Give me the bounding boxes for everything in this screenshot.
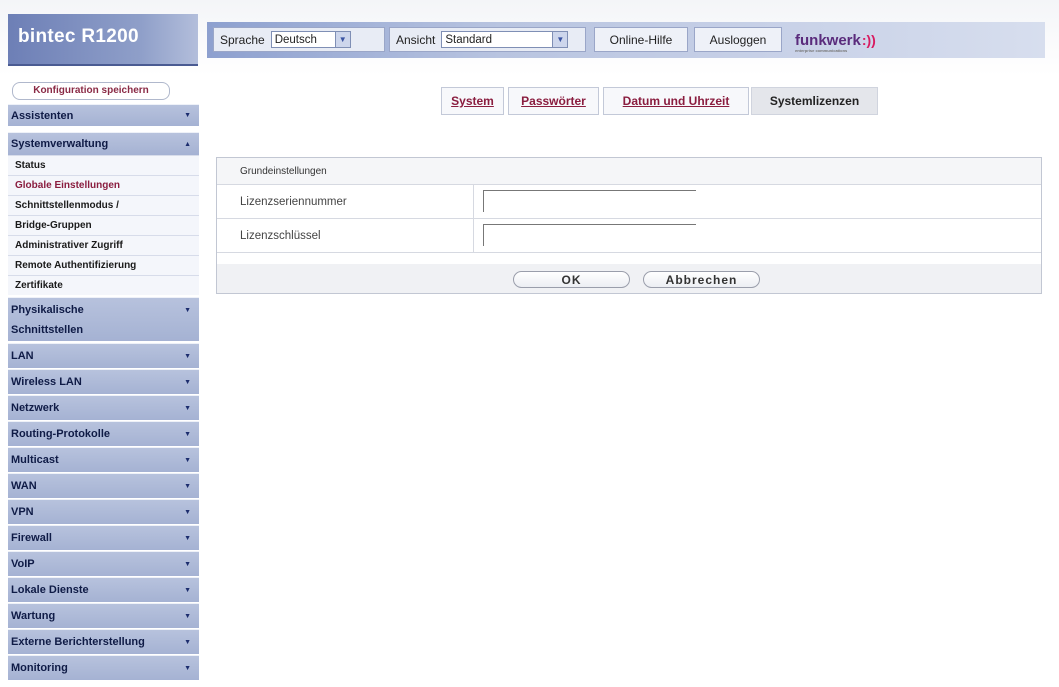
logo-text: funkwerk — [795, 31, 861, 49]
funkwerk-logo: funkwerk :)) enterprise communications — [795, 26, 905, 54]
view-select-value: Standard — [445, 33, 493, 46]
tab-systemlizenzen[interactable]: Systemlizenzen — [751, 87, 878, 115]
menu-voip[interactable]: VoIP ▼ — [8, 551, 199, 576]
menu-externe-berichterstellung[interactable]: Externe Berichterstellung ▼ — [8, 629, 199, 654]
chevron-down-icon: ▼ — [184, 508, 191, 516]
chevron-down-icon: ▼ — [184, 612, 191, 620]
menu-label: Systemverwaltung — [11, 138, 109, 150]
form-row-serial: Lizenzseriennummer — [217, 185, 1041, 219]
form-actions: OK Abbrechen — [217, 264, 1041, 293]
menu-systemverwaltung[interactable]: Systemverwaltung ▲ — [8, 132, 199, 155]
menu-label: Netzwerk — [11, 402, 60, 414]
menu-label: Wireless LAN — [11, 376, 82, 388]
chevron-down-icon: ▼ — [552, 32, 568, 47]
menu-label: LAN — [11, 350, 34, 362]
menu-label: Assistenten — [11, 109, 74, 122]
license-serial-input[interactable] — [483, 190, 696, 212]
chevron-down-icon: ▼ — [184, 560, 191, 568]
menu-physikalische-schnittstellen[interactable]: Physikalische Schnittstellen ▼ — [8, 297, 199, 341]
license-form: Grundeinstellungen Lizenzseriennummer Li… — [216, 157, 1042, 294]
divider — [473, 219, 474, 253]
language-select[interactable]: Deutsch ▼ — [270, 31, 351, 48]
chevron-down-icon: ▼ — [184, 430, 191, 438]
online-help-button[interactable]: Online-Hilfe — [594, 27, 688, 52]
menu-label: VPN — [11, 506, 34, 518]
menu-lan[interactable]: LAN ▼ — [8, 343, 199, 368]
sidebar: Konfiguration speichern Assistenten ▼ Sy… — [8, 76, 199, 682]
view-select[interactable]: Standard ▼ — [441, 31, 569, 48]
cancel-button[interactable]: Abbrechen — [643, 271, 760, 288]
menu-multicast[interactable]: Multicast ▼ — [8, 447, 199, 472]
menu-label: Multicast — [11, 454, 59, 466]
menu-wireless-lan[interactable]: Wireless LAN ▼ — [8, 369, 199, 394]
menu-label: Lokale Dienste — [11, 584, 89, 596]
menu-netzwerk[interactable]: Netzwerk ▼ — [8, 395, 199, 420]
menu-label-line2: Schnittstellen — [11, 323, 84, 336]
menu-label: Firewall — [11, 532, 52, 544]
submenu-bridge-gruppen[interactable]: Bridge-Gruppen — [8, 215, 199, 235]
view-label: Ansicht — [396, 32, 436, 47]
menu-assistenten[interactable]: Assistenten ▼ — [8, 104, 199, 126]
menu-vpn[interactable]: VPN ▼ — [8, 499, 199, 524]
chevron-down-icon: ▼ — [184, 664, 191, 672]
menu-routing-protokolle[interactable]: Routing-Protokolle ▼ — [8, 421, 199, 446]
chevron-down-icon: ▼ — [184, 482, 191, 490]
chevron-down-icon: ▼ — [184, 456, 191, 464]
menu-label: Monitoring — [11, 662, 68, 674]
tab-passwoerter[interactable]: Passwörter — [508, 87, 599, 115]
chevron-up-icon: ▲ — [184, 140, 191, 148]
menu-label: Physikalische — [11, 303, 84, 316]
brand-bar: bintec R1200 — [8, 14, 198, 66]
chevron-down-icon: ▼ — [184, 586, 191, 594]
chevron-down-icon: ▼ — [184, 638, 191, 646]
menu-label: WAN — [11, 480, 37, 492]
menu-wartung[interactable]: Wartung ▼ — [8, 603, 199, 628]
language-select-value: Deutsch — [274, 33, 317, 46]
license-key-input[interactable] — [483, 224, 696, 246]
signal-waves-icon: :)) — [861, 32, 876, 48]
submenu-globale-einstellungen[interactable]: Globale Einstellungen — [8, 175, 199, 195]
menu-label: Routing-Protokolle — [11, 428, 110, 440]
chevron-down-icon: ▼ — [184, 352, 191, 360]
chevron-down-icon: ▼ — [184, 307, 191, 314]
submenu-administrativer-zugriff[interactable]: Administrativer Zugriff — [8, 235, 199, 255]
chevron-down-icon: ▼ — [184, 112, 191, 119]
logo-subtitle: enterprise communications — [795, 48, 848, 53]
chevron-down-icon: ▼ — [334, 32, 350, 47]
brand-title: bintec R1200 — [18, 26, 139, 47]
chevron-down-icon: ▼ — [184, 534, 191, 542]
form-row-key: Lizenzschlüssel — [217, 219, 1041, 253]
menu-monitoring[interactable]: Monitoring ▼ — [8, 655, 199, 680]
section-title: Grundeinstellungen — [217, 158, 1041, 185]
view-group: Ansicht Standard ▼ — [389, 27, 586, 52]
menu-label: Wartung — [11, 610, 56, 622]
menu-lokale-dienste[interactable]: Lokale Dienste ▼ — [8, 577, 199, 602]
menu-wan[interactable]: WAN ▼ — [8, 473, 199, 498]
field-label: Lizenzschlüssel — [240, 230, 321, 242]
language-label: Sprache — [220, 32, 265, 47]
submenu-status[interactable]: Status — [8, 155, 199, 175]
submenu-schnittstellenmodus[interactable]: Schnittstellenmodus / — [8, 195, 199, 215]
language-group: Sprache Deutsch ▼ — [213, 27, 385, 52]
top-toolbar: Sprache Deutsch ▼ Ansicht Standard ▼ Onl… — [207, 22, 1045, 58]
menu-firewall[interactable]: Firewall ▼ — [8, 525, 199, 550]
menu-label: Externe Berichterstellung — [11, 636, 145, 648]
chevron-down-icon: ▼ — [184, 404, 191, 412]
submenu-remote-authentifizierung[interactable]: Remote Authentifizierung — [8, 255, 199, 275]
tab-datum-und-uhrzeit[interactable]: Datum und Uhrzeit — [603, 87, 749, 115]
field-label: Lizenzseriennummer — [240, 196, 347, 208]
tab-system[interactable]: System — [441, 87, 504, 115]
submenu-zertifikate[interactable]: Zertifikate — [8, 275, 199, 295]
ok-button[interactable]: OK — [513, 271, 630, 288]
divider — [473, 185, 474, 219]
save-configuration-button[interactable]: Konfiguration speichern — [12, 82, 170, 100]
logout-button[interactable]: Ausloggen — [694, 27, 782, 52]
chevron-down-icon: ▼ — [184, 378, 191, 386]
header: bintec R1200 Sprache Deutsch ▼ Ansicht S… — [0, 0, 1059, 76]
menu-label: VoIP — [11, 558, 35, 570]
